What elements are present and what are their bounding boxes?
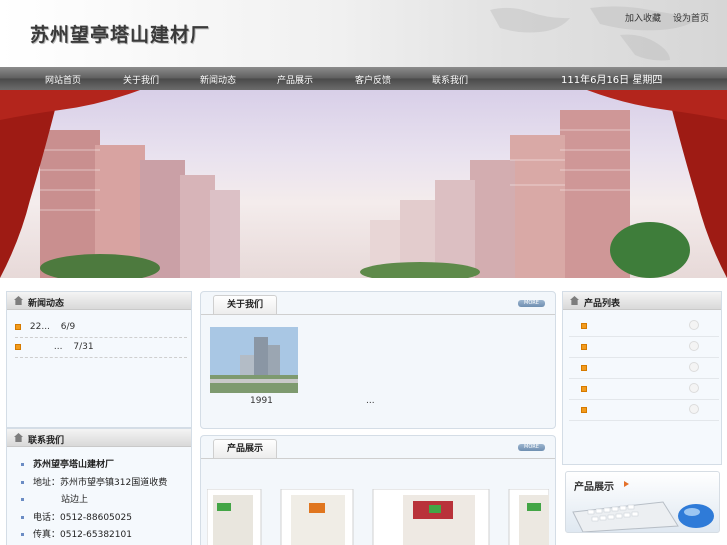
products-tabbar: 产品展示 MORE bbox=[201, 436, 555, 458]
about-more-button[interactable]: MORE bbox=[518, 300, 545, 307]
bullet-icon bbox=[15, 323, 21, 330]
news-panel: 新闻动态 22... 6/9 ... 7/31 bbox=[6, 291, 192, 428]
phone: 电话：0512-88605025 bbox=[21, 510, 132, 523]
bullet-icon bbox=[581, 365, 587, 371]
contact-panel: 联系我们 苏州望亭塔山建材厂 地址：苏州市望亭镇312国道收费 站边上 电话：0… bbox=[6, 428, 192, 545]
current-date: 111年6月16日 星期四 bbox=[561, 75, 663, 86]
about-tabbar: 关于我们 MORE bbox=[201, 292, 555, 314]
banner-image bbox=[0, 90, 727, 278]
address: 地址：苏州市望亭镇312国道收费 bbox=[21, 475, 167, 488]
list-item[interactable] bbox=[569, 358, 719, 379]
address-cont: 站边上 bbox=[21, 492, 88, 505]
list-item[interactable] bbox=[569, 337, 719, 358]
product-promo-banner[interactable]: 产品展示 bbox=[565, 471, 720, 533]
tab-about[interactable]: 关于我们 bbox=[213, 295, 277, 314]
company-name: 苏州望亭塔山建材厂 bbox=[21, 457, 114, 470]
promo-label: 产品展示 bbox=[574, 482, 614, 493]
contact-header: 联系我们 bbox=[7, 429, 191, 447]
list-item[interactable] bbox=[569, 316, 719, 337]
main-nav: 网站首页 关于我们 新闻动态 产品展示 客户反馈 联系我们 111年6月16日 … bbox=[0, 67, 727, 90]
fax: 传真：0512-65382101 bbox=[21, 527, 132, 540]
circle-icon bbox=[689, 362, 699, 372]
news-item[interactable]: 22... 6/9 bbox=[15, 322, 75, 332]
keyboard-image bbox=[572, 501, 714, 532]
nav-item-contact[interactable]: 联系我们 bbox=[432, 73, 468, 86]
bullet-icon bbox=[15, 343, 21, 350]
home-icon bbox=[14, 296, 23, 305]
company-photo bbox=[210, 327, 298, 393]
bullet-icon bbox=[581, 344, 587, 350]
set-homepage-link[interactable]: 设为首页 bbox=[673, 11, 709, 24]
top-links: 加入收藏 设为首页 bbox=[625, 11, 709, 24]
tab-products[interactable]: 产品展示 bbox=[213, 439, 277, 458]
bullet-icon bbox=[581, 323, 587, 329]
news-header: 新闻动态 bbox=[7, 292, 191, 310]
about-panel: 关于我们 MORE 1991 ... bbox=[200, 291, 556, 429]
product-list-panel: 产品列表 bbox=[562, 291, 722, 465]
list-item[interactable] bbox=[569, 400, 719, 421]
list-item[interactable] bbox=[569, 379, 719, 400]
product-list-title: 产品列表 bbox=[584, 299, 621, 309]
news-item[interactable]: ... 7/31 bbox=[15, 342, 94, 352]
arrow-icon bbox=[624, 481, 629, 487]
divider bbox=[15, 337, 187, 338]
home-icon bbox=[570, 296, 579, 305]
product-list-header: 产品列表 bbox=[563, 292, 721, 310]
product-images bbox=[207, 489, 549, 545]
about-summary: ... bbox=[366, 396, 375, 406]
circle-icon bbox=[689, 320, 699, 330]
contact-title: 联系我们 bbox=[28, 436, 65, 446]
divider bbox=[15, 357, 187, 358]
news-title: 新闻动态 bbox=[28, 299, 65, 309]
products-panel: 产品展示 MORE bbox=[200, 435, 556, 545]
circle-icon bbox=[689, 341, 699, 351]
products-more-button[interactable]: MORE bbox=[518, 444, 545, 451]
bullet-icon bbox=[581, 407, 587, 413]
nav-item-feedback[interactable]: 客户反馈 bbox=[355, 73, 391, 86]
nav-item-news[interactable]: 新闻动态 bbox=[200, 73, 236, 86]
page: 苏州望亭塔山建材厂 加入收藏 设为首页 网站首页 关于我们 新闻动态 产品展示 … bbox=[0, 0, 727, 545]
nav-item-home[interactable]: 网站首页 bbox=[45, 73, 81, 86]
home-icon bbox=[14, 433, 23, 442]
circle-icon bbox=[689, 404, 699, 414]
circle-icon bbox=[689, 383, 699, 393]
nav-item-about[interactable]: 关于我们 bbox=[123, 73, 159, 86]
about-caption: 1991 bbox=[250, 396, 273, 406]
add-favorite-link[interactable]: 加入收藏 bbox=[625, 11, 661, 24]
bullet-icon bbox=[581, 386, 587, 392]
site-logo[interactable]: 苏州望亭塔山建材厂 bbox=[30, 20, 210, 47]
nav-item-products[interactable]: 产品展示 bbox=[277, 73, 313, 86]
header: 苏州望亭塔山建材厂 加入收藏 设为首页 bbox=[0, 0, 727, 67]
